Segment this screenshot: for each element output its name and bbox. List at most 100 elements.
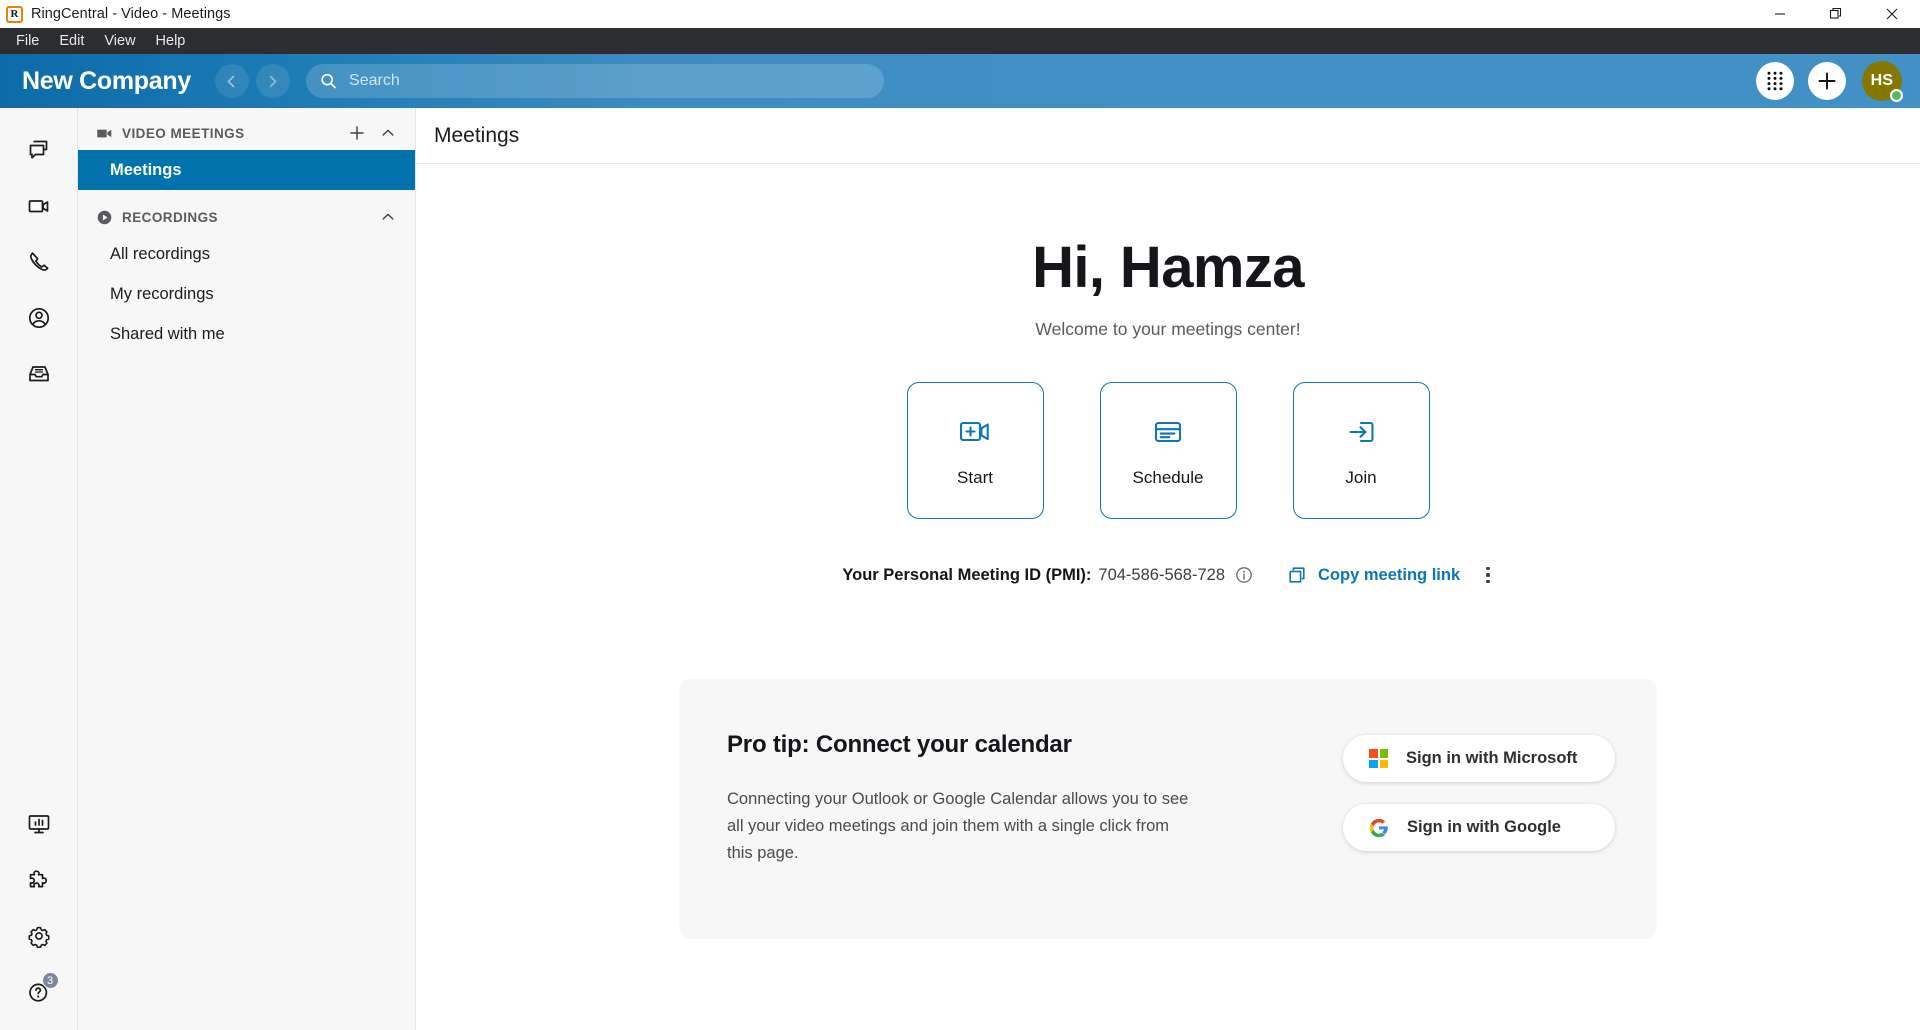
pmi-more-button[interactable] (1482, 563, 1494, 588)
sidebar-item-meetings[interactable]: Meetings (78, 150, 415, 190)
window-controls (1752, 0, 1920, 28)
header-actions: HS (1756, 54, 1903, 108)
rail-item-settings[interactable] (11, 908, 67, 964)
dialpad-button[interactable] (1756, 62, 1794, 100)
arrow-enter-icon (1349, 422, 1374, 443)
card-label: Start (957, 468, 993, 488)
greeting-subtitle: Welcome to your meetings center! (1035, 318, 1301, 339)
plus-icon (350, 126, 364, 140)
dialpad-icon (1767, 71, 1783, 91)
search-box[interactable] (305, 64, 884, 98)
left-nav-rail: 3 (0, 108, 78, 1030)
plus-icon (1818, 72, 1836, 90)
help-badge: 3 (41, 972, 59, 989)
join-meeting-card[interactable]: Join (1292, 381, 1430, 519)
rail-item-analytics[interactable] (11, 796, 67, 852)
chevron-up-icon (382, 213, 394, 220)
rail-item-help[interactable]: 3 (11, 964, 67, 1020)
sidebar-item-label: Meetings (110, 160, 182, 179)
restore-icon[interactable] (1808, 0, 1864, 28)
rail-bottom-group: 3 (0, 796, 77, 1020)
chevron-left-icon (228, 75, 235, 87)
sidebar-section-title: RECORDINGS (122, 209, 219, 225)
back-button[interactable] (214, 64, 249, 98)
minimize-icon[interactable] (1752, 0, 1808, 28)
main-scroll-area: Hi, Hamza Welcome to your meetings cente… (416, 164, 1920, 1030)
card-label: Join (1345, 468, 1377, 488)
menu-view[interactable]: View (94, 30, 145, 52)
inbox-tray-icon (28, 366, 49, 382)
app-body: 3 VIDEO MEETINGS Meetings RECORDINGS All… (0, 108, 1920, 1030)
calendar-card-icon (1154, 422, 1182, 443)
collapse-recordings-button[interactable] (377, 206, 399, 228)
sign-in-microsoft-label: Sign in with Microsoft (1406, 749, 1578, 768)
close-icon[interactable] (1864, 0, 1920, 28)
rail-item-video[interactable] (11, 178, 67, 234)
sign-in-with-google-button[interactable]: Sign in with Google (1343, 804, 1615, 852)
sidebar-item-my-recordings[interactable]: My recordings (78, 274, 415, 314)
video-camera-icon (97, 129, 112, 137)
sidebar-section-title: VIDEO MEETINGS (122, 125, 245, 141)
company-name: New Company (22, 66, 191, 95)
more-vertical-icon (1486, 566, 1490, 571)
pmi-info-button[interactable] (1235, 566, 1253, 584)
phone-handset-icon (29, 252, 49, 271)
action-cards: Start Schedule Join (416, 381, 1920, 519)
protip-card: Pro tip: Connect your calendar Connectin… (679, 679, 1657, 940)
collapse-video-meetings-button[interactable] (377, 122, 399, 144)
pmi-row: Your Personal Meeting ID (PMI): 704-586-… (416, 563, 1920, 588)
rail-item-contacts[interactable] (11, 290, 67, 346)
sidebar-section-recordings[interactable]: RECORDINGS (78, 200, 415, 234)
schedule-meeting-card[interactable]: Schedule (1099, 381, 1237, 519)
video-camera-icon (28, 200, 48, 213)
title-bar: R RingCentral - Video - Meetings (0, 0, 1920, 28)
chevron-right-icon (270, 75, 277, 87)
sidebar-item-label: Shared with me (110, 324, 225, 343)
sidebar: VIDEO MEETINGS Meetings RECORDINGS All r… (78, 108, 416, 1030)
rail-item-phone[interactable] (11, 234, 67, 290)
protip-actions: Sign in with Microsoft Sign in with Goog… (1343, 731, 1615, 852)
forward-button[interactable] (255, 64, 290, 98)
add-meeting-button[interactable] (346, 122, 368, 144)
pmi-label: Your Personal Meeting ID (PMI): (842, 565, 1092, 584)
monitor-chart-icon (28, 815, 49, 834)
app-window: R RingCentral - Video - Meetings File Ed… (0, 0, 1920, 1030)
menu-file[interactable]: File (6, 30, 49, 52)
person-circle-icon (28, 307, 49, 329)
menu-bar: File Edit View Help (0, 28, 1920, 54)
sidebar-item-shared-with-me[interactable]: Shared with me (78, 314, 415, 354)
puzzle-piece-icon (29, 870, 47, 888)
info-icon (1236, 567, 1252, 583)
main-content: Meetings Hi, Hamza Welcome to your meeti… (416, 108, 1920, 1030)
add-button[interactable] (1808, 62, 1846, 100)
copy-meeting-link-button[interactable]: Copy meeting link (1287, 565, 1460, 585)
copy-meeting-link-label: Copy meeting link (1318, 565, 1461, 584)
rail-item-apps[interactable] (11, 852, 67, 908)
app-header: New Company Search HS (0, 54, 1920, 108)
gear-icon (28, 926, 49, 948)
menu-edit[interactable]: Edit (49, 30, 94, 52)
greeting-block: Hi, Hamza Welcome to your meetings cente… (416, 164, 1920, 340)
sign-in-with-microsoft-button[interactable]: Sign in with Microsoft (1343, 735, 1615, 783)
message-bubbles-icon (29, 140, 47, 159)
sidebar-item-label: My recordings (110, 284, 214, 303)
avatar[interactable]: HS (1862, 61, 1903, 102)
rail-item-message[interactable] (11, 122, 67, 178)
menu-help[interactable]: Help (146, 30, 196, 52)
play-circle-icon (97, 210, 112, 224)
page-title: Meetings (434, 123, 520, 147)
protip-title: Pro tip: Connect your calendar (727, 731, 1072, 759)
greeting-title: Hi, Hamza (1032, 235, 1304, 300)
search-icon (321, 73, 336, 89)
search-input[interactable] (349, 72, 870, 90)
ringcentral-logo-icon: R (6, 5, 23, 23)
start-meeting-card[interactable]: Start (906, 381, 1044, 519)
window-title: RingCentral - Video - Meetings (31, 6, 231, 22)
title-bar-left: R RingCentral - Video - Meetings (0, 5, 231, 23)
sidebar-item-all-recordings[interactable]: All recordings (78, 234, 415, 274)
protip-text-block: Pro tip: Connect your calendar Connectin… (727, 731, 1303, 866)
sidebar-section-video-meetings[interactable]: VIDEO MEETINGS (78, 116, 415, 150)
rail-item-fax[interactable] (11, 346, 67, 402)
main-header: Meetings (416, 108, 1920, 164)
copy-icon (1289, 567, 1305, 583)
